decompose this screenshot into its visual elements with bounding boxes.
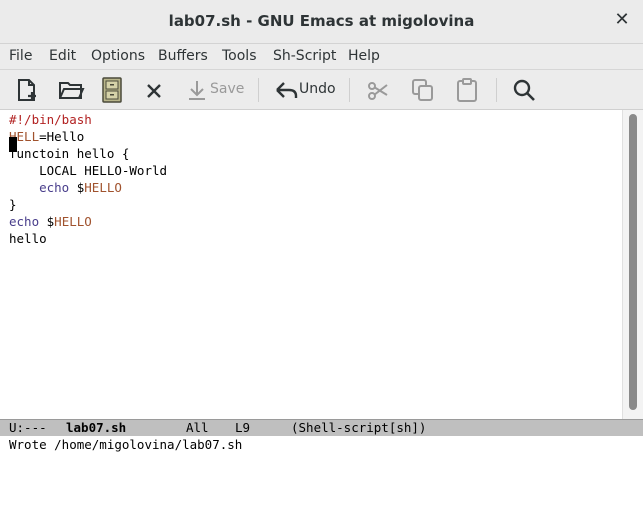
save-icon — [189, 81, 205, 100]
title-bar: lab07.sh - GNU Emacs at migolovina ✕ — [0, 0, 643, 44]
modeline-major-mode[interactable]: (Shell-script[sh]) — [291, 420, 426, 436]
menu-tools[interactable]: Tools — [222, 48, 257, 64]
save-button[interactable] — [186, 77, 208, 103]
echo-area-message: Wrote /home/migolovina/lab07.sh — [9, 437, 243, 452]
code-token: HELLO — [54, 214, 92, 229]
code-token: echo — [9, 214, 40, 229]
toolbar-separator — [258, 78, 259, 102]
copy-button[interactable] — [410, 77, 436, 103]
copy-icon — [412, 79, 433, 101]
vertical-scrollbar[interactable] — [622, 110, 643, 419]
window-title: lab07.sh - GNU Emacs at migolovina — [168, 12, 475, 30]
tool-bar: Save Undo — [0, 70, 643, 110]
scrollbar-thumb[interactable] — [629, 114, 637, 410]
code-line: HELL=Hello — [9, 128, 84, 145]
code-line: echo $HELLO — [9, 213, 92, 230]
code-line: echo $HELLO — [9, 179, 122, 196]
code-token: HELLO — [84, 180, 122, 195]
code-line: hello — [9, 230, 47, 247]
code-token: functoin hello { — [9, 146, 130, 161]
toolbar-separator — [496, 78, 497, 102]
save-buffer-icon — [102, 77, 122, 103]
search-button[interactable] — [511, 77, 537, 103]
modeline-position: All — [186, 420, 209, 435]
menu-sh-script[interactable]: Sh-Script — [273, 48, 336, 64]
code-token: hello — [9, 231, 47, 246]
window-close-button[interactable]: ✕ — [613, 11, 631, 29]
paste-button[interactable] — [455, 77, 479, 103]
code-line: functoin hello { — [9, 145, 129, 162]
menu-buffers[interactable]: Buffers — [158, 48, 208, 64]
save-label: Save — [210, 81, 245, 97]
search-icon — [513, 79, 535, 101]
open-file-button[interactable] — [57, 77, 85, 103]
undo-label: Undo — [299, 81, 336, 97]
new-file-button[interactable] — [14, 77, 40, 103]
new-file-icon — [18, 79, 36, 101]
menu-options[interactable]: Options — [91, 48, 145, 64]
modeline-line: L9 — [235, 420, 251, 435]
code-token: echo — [39, 180, 70, 195]
code-token: } — [9, 197, 17, 212]
minibuffer[interactable]: Wrote /home/migolovina/lab07.sh — [0, 436, 643, 453]
code-line: } — [9, 196, 17, 213]
code-token: #!/bin/bash — [9, 112, 92, 127]
cut-icon — [368, 82, 388, 100]
code-line: LOCAL HELLO-World — [9, 162, 167, 179]
text-cursor — [9, 137, 17, 152]
close-buffer-button[interactable] — [143, 77, 165, 103]
undo-icon — [276, 82, 298, 98]
code-token: $ — [69, 180, 85, 195]
close-icon — [147, 84, 161, 98]
menu-help[interactable]: Help — [348, 48, 380, 64]
mode-line: U:--- lab07.sh All L9 (Shell-script[sh]) — [0, 419, 643, 436]
code-token: =Hello — [39, 129, 85, 144]
modeline-status: U:--- — [9, 420, 47, 435]
menu-edit[interactable]: Edit — [49, 48, 76, 64]
undo-button[interactable] — [273, 77, 299, 103]
paste-icon — [457, 78, 477, 102]
menu-bar: File Edit Options Buffers Tools Sh-Scrip… — [0, 44, 643, 70]
modeline-buffer-name[interactable]: lab07.sh — [66, 420, 126, 436]
save-buffer-button[interactable] — [101, 77, 123, 103]
code-line: #!/bin/bash — [9, 111, 92, 128]
open-folder-icon — [59, 82, 85, 99]
code-token: LOCAL HELLO-World — [9, 163, 168, 178]
toolbar-separator — [349, 78, 350, 102]
menu-file[interactable]: File — [9, 48, 32, 64]
code-token: $ — [39, 214, 55, 229]
cut-button[interactable] — [366, 77, 390, 103]
editor-buffer[interactable]: #!/bin/bash HELL=Hello functoin hello { LO… — [0, 110, 622, 419]
